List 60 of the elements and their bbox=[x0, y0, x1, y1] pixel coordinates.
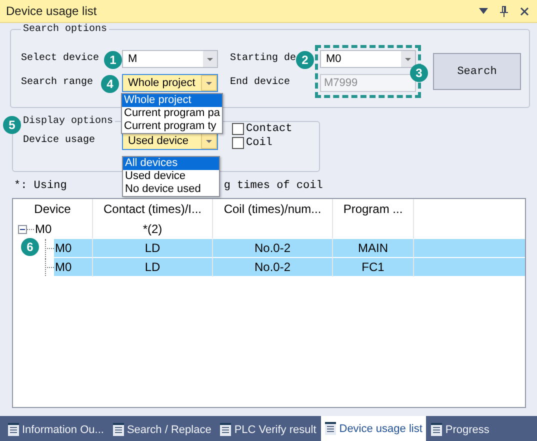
note-text: g times of coil bbox=[224, 180, 323, 192]
dropdown-icon[interactable] bbox=[479, 8, 488, 14]
pin-icon[interactable] bbox=[500, 6, 508, 16]
dropdown-button[interactable] bbox=[203, 51, 217, 67]
dropdown-option[interactable]: Current program ty bbox=[122, 120, 222, 133]
dropdown-button[interactable] bbox=[401, 51, 415, 67]
callout-badge: 5 bbox=[3, 116, 21, 134]
checkbox[interactable] bbox=[232, 123, 244, 135]
search-range-dropdown[interactable]: Whole project bbox=[122, 74, 218, 92]
document-icon bbox=[112, 423, 124, 436]
dropdown-option[interactable]: Current program pa bbox=[122, 107, 222, 120]
dropdown-button[interactable] bbox=[201, 75, 217, 91]
column-header[interactable]: Device bbox=[13, 199, 93, 220]
caret-icon bbox=[206, 140, 212, 142]
search-button[interactable]: Search bbox=[433, 53, 521, 90]
table-cell: No.0-2 bbox=[213, 258, 333, 277]
field-label: End device bbox=[229, 76, 290, 90]
column-header[interactable]: Coil (times)/num... bbox=[213, 199, 333, 220]
document-icon bbox=[8, 423, 19, 436]
caret-icon bbox=[405, 58, 411, 60]
column-header[interactable]: Program ... bbox=[333, 199, 414, 220]
document-icon bbox=[325, 422, 336, 435]
field-label: Device usage bbox=[22, 134, 96, 148]
panel-tab[interactable]: Search / Replace bbox=[108, 418, 216, 441]
panel-tab[interactable]: Progress bbox=[427, 418, 494, 441]
checkbox-label: Contact bbox=[246, 123, 292, 135]
table-cell: MAIN bbox=[333, 239, 414, 258]
collapse-icon[interactable] bbox=[18, 224, 27, 234]
document-icon bbox=[220, 423, 232, 436]
tree-item[interactable]: M0 bbox=[54, 239, 92, 257]
window-title: Device usage list bbox=[6, 4, 97, 18]
table-cell: FC1 bbox=[333, 258, 414, 277]
dropdown-option[interactable]: Whole project bbox=[122, 94, 222, 107]
group-title: Search options bbox=[22, 24, 108, 35]
tree-item[interactable]: M0 bbox=[54, 258, 92, 276]
start-device-dropdown[interactable]: M0 bbox=[320, 50, 416, 68]
dropdown-button[interactable] bbox=[201, 133, 217, 149]
group-title: Display options bbox=[22, 116, 114, 127]
document-icon bbox=[431, 423, 442, 436]
tree-item[interactable]: M0 bbox=[34, 220, 92, 238]
table-cell: LD bbox=[93, 258, 213, 277]
panel-tab[interactable]: PLC Verify result bbox=[216, 418, 320, 441]
checkbox-label: Coil bbox=[246, 137, 272, 149]
device-type-dropdown[interactable]: M bbox=[122, 50, 218, 68]
field-label: Search range bbox=[21, 76, 94, 90]
caret-icon bbox=[206, 82, 212, 84]
column-header[interactable]: Contact (times)/I... bbox=[93, 199, 213, 220]
table-cell: No.0-2 bbox=[213, 239, 333, 258]
caret-icon bbox=[207, 58, 213, 60]
note-text: *: Using bbox=[14, 180, 67, 192]
checkbox[interactable] bbox=[232, 137, 244, 149]
dropdown-option[interactable]: All devices bbox=[123, 157, 219, 170]
close-icon[interactable] bbox=[520, 6, 529, 16]
dropdown-option[interactable]: Used device bbox=[123, 170, 219, 183]
field-label: Starting de bbox=[229, 52, 296, 66]
dropdown-option[interactable]: No device used bbox=[123, 183, 219, 196]
panel-tab[interactable]: Information Ou... bbox=[4, 418, 108, 441]
table-cell: LD bbox=[93, 239, 213, 258]
field-label: Select device bbox=[21, 52, 100, 66]
panel-tab[interactable]: Device usage list bbox=[321, 416, 426, 441]
